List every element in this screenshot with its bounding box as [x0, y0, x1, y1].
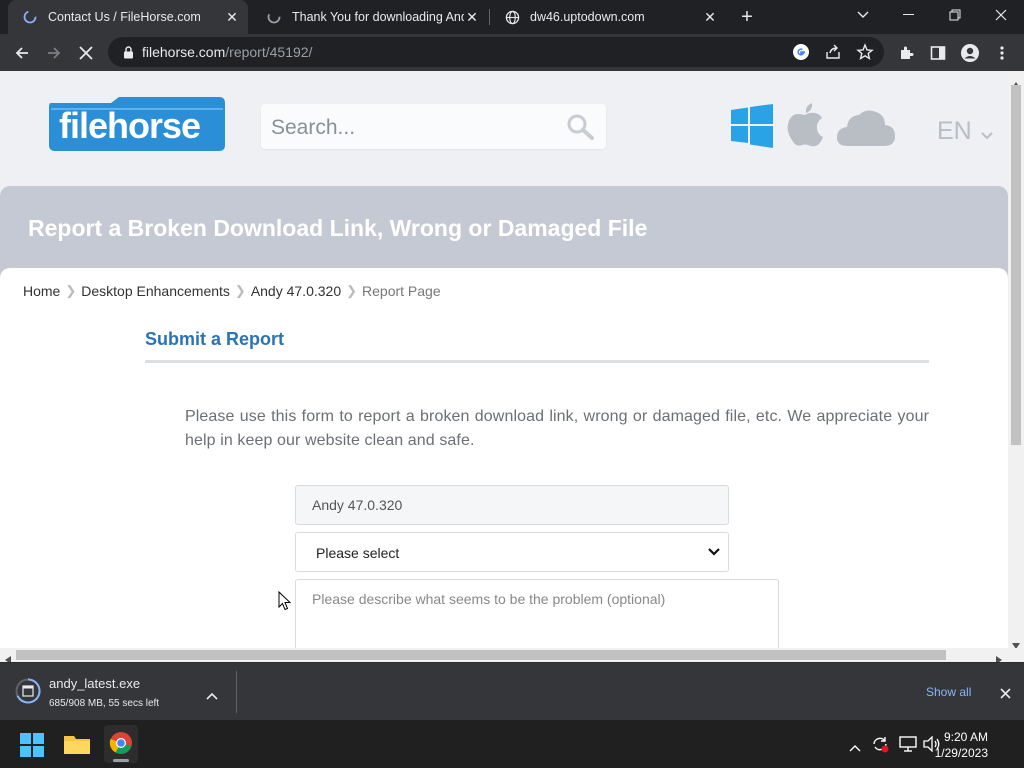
tab-strip: Contact Us / FileHorse.com ✕ Thank You f… [0, 0, 1024, 34]
chrome-icon [109, 731, 133, 760]
breadcrumb-separator-icon: ❯ [346, 283, 358, 298]
url-path: /report/45192/ [225, 44, 313, 60]
download-divider [236, 671, 237, 713]
download-filename[interactable]: andy_latest.exe [49, 676, 140, 691]
close-download-bar-icon[interactable] [1000, 686, 1011, 704]
close-tab-icon[interactable]: ✕ [224, 9, 240, 25]
chevron-down-icon [708, 545, 720, 559]
vertical-scrollbar[interactable] [1008, 71, 1024, 649]
network-icon[interactable] [899, 736, 917, 757]
globe-icon [504, 9, 520, 25]
horizontal-scrollbar[interactable] [0, 648, 1024, 664]
running-indicator [113, 759, 129, 762]
windows-taskbar: 9:20 AM 1/29/2023 [0, 720, 1024, 768]
back-icon[interactable] [9, 40, 35, 66]
browser-menu-icon[interactable] [989, 40, 1015, 66]
loading-spinner-icon [22, 9, 38, 25]
profile-icon[interactable] [957, 40, 983, 66]
file-explorer-icon[interactable] [64, 732, 90, 761]
close-tab-icon[interactable]: ✕ [464, 9, 480, 25]
mouse-cursor-icon [278, 590, 292, 611]
close-tab-icon[interactable]: ✕ [702, 9, 718, 25]
restore-icon[interactable] [932, 0, 978, 30]
breadcrumb-separator-icon: ❯ [65, 283, 77, 298]
bookmark-star-icon[interactable] [856, 43, 874, 61]
search-placeholder: Search... [271, 116, 356, 139]
show-all-downloads-link[interactable]: Show all [926, 685, 971, 699]
form-intro: Please use this form to report a broken … [185, 408, 929, 449]
filehorse-logo[interactable]: filehorse [47, 97, 228, 151]
download-progress-icon[interactable] [15, 678, 41, 704]
report-card: Home ❯ Desktop Enhancements ❯ Andy 47.0.… [0, 268, 1008, 648]
page-title: Report a Broken Download Link, Wrong or … [28, 215, 648, 241]
stop-loading-icon[interactable] [73, 40, 99, 66]
language-selector[interactable]: EN [937, 117, 993, 147]
download-bar: andy_latest.exe 685/908 MB, 55 secs left… [0, 662, 1024, 720]
problem-type-select[interactable]: Please select [295, 532, 729, 572]
cloud-icon[interactable] [836, 108, 896, 146]
product-value: Andy 47.0.320 [312, 497, 403, 513]
page-viewport: filehorse Search... EN Report a Broken D… [0, 71, 1008, 648]
browser-toolbar: filehorse.com/report/45192/ [0, 34, 1024, 71]
tray-chevron-icon[interactable] [849, 739, 861, 757]
clock-time: 9:20 AM [943, 730, 988, 744]
minimize-icon[interactable] [886, 0, 932, 30]
description-placeholder: Please describe what seems to be the pro… [312, 591, 666, 607]
clock-date: 1/29/2023 [934, 746, 988, 760]
chrome-taskbar-button[interactable] [104, 725, 138, 763]
url-host: filehorse.com [142, 44, 226, 60]
new-tab-icon[interactable]: + [737, 6, 757, 28]
tab-search-icon[interactable] [840, 0, 886, 30]
language-label: EN [937, 117, 972, 145]
search-icon[interactable] [564, 113, 596, 141]
download-status: 685/908 MB, 55 secs left [49, 698, 160, 709]
description-textarea[interactable]: Please describe what seems to be the pro… [295, 579, 779, 648]
address-bar[interactable]: filehorse.com/report/45192/ [108, 37, 884, 67]
extensions-icon[interactable] [893, 40, 919, 66]
google-lens-icon[interactable] [792, 43, 810, 61]
windows-icon[interactable] [731, 104, 773, 148]
product-field[interactable]: Andy 47.0.320 [295, 485, 729, 525]
forward-icon[interactable] [41, 40, 67, 66]
download-options-chevron-icon[interactable] [206, 687, 218, 705]
tab-filehorse[interactable]: Contact Us / FileHorse.com ✕ [8, 0, 248, 34]
tab-andy-download[interactable]: Thank You for downloading Andy ✕ [252, 0, 488, 34]
start-menu-icon[interactable] [20, 733, 44, 762]
tab-title: Thank You for downloading Andy [292, 10, 464, 24]
tab-title: Contact Us / FileHorse.com [48, 10, 201, 24]
tab-title: dw46.uptodown.com [530, 10, 645, 24]
share-icon[interactable] [824, 43, 842, 61]
form-heading: Submit a Report [145, 329, 285, 349]
breadcrumb-home[interactable]: Home [23, 283, 60, 299]
horizontal-scroll-thumb[interactable] [16, 650, 946, 660]
select-value: Please select [316, 545, 400, 561]
system-clock[interactable]: 9:20 AM 1/29/2023 [935, 729, 988, 761]
breadcrumb-current: Report Page [362, 283, 441, 299]
loading-spinner-icon [266, 9, 282, 25]
url-text: filehorse.com/report/45192/ [142, 44, 312, 60]
sync-alert-icon[interactable] [871, 735, 889, 758]
breadcrumb: Home ❯ Desktop Enhancements ❯ Andy 47.0.… [23, 283, 441, 299]
logo-text: filehorse [59, 105, 201, 146]
apple-icon[interactable] [786, 101, 824, 147]
chevron-down-icon [980, 118, 993, 147]
breadcrumb-software[interactable]: Andy 47.0.320 [251, 283, 341, 299]
lock-icon[interactable] [120, 44, 136, 60]
breadcrumb-separator-icon: ❯ [234, 283, 246, 298]
tab-uptodown[interactable]: dw46.uptodown.com ✕ [490, 0, 726, 34]
breadcrumb-category[interactable]: Desktop Enhancements [81, 283, 230, 299]
site-search-box[interactable]: Search... [261, 104, 606, 149]
vertical-scroll-thumb[interactable] [1011, 85, 1021, 445]
close-window-icon[interactable] [978, 0, 1024, 30]
side-panel-icon[interactable] [925, 40, 951, 66]
heading-divider [145, 360, 929, 363]
